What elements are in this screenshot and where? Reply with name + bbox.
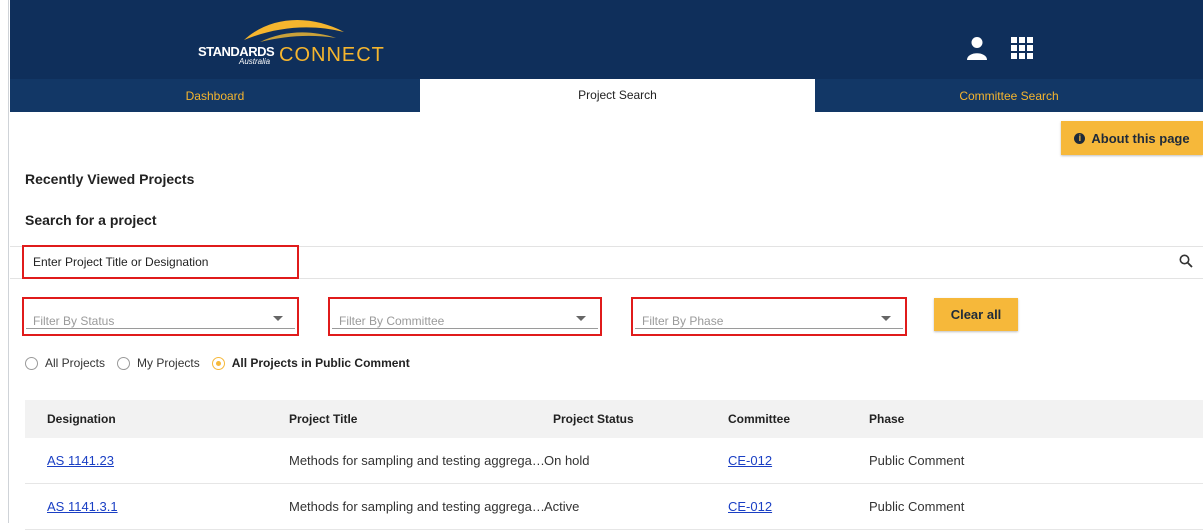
column-header-designation[interactable]: Designation bbox=[47, 400, 116, 438]
logo-australia-text: Australia bbox=[239, 57, 271, 66]
filter-phase-select[interactable]: Filter By Phase bbox=[631, 297, 907, 336]
search-icon[interactable] bbox=[1179, 254, 1193, 268]
filter-committee-label: Filter By Committee bbox=[339, 314, 445, 328]
column-header-phase[interactable]: Phase bbox=[869, 400, 904, 438]
page-left-edge bbox=[0, 0, 9, 523]
tab-dashboard[interactable]: Dashboard bbox=[10, 79, 420, 112]
cell-designation: AS 1141.23 bbox=[47, 438, 114, 483]
column-header-project-status[interactable]: Project Status bbox=[553, 400, 634, 438]
clear-all-button[interactable]: Clear all bbox=[934, 298, 1018, 331]
table-row[interactable]: AS 1141.23 Methods for sampling and test… bbox=[25, 438, 1203, 484]
apps-grid-icon[interactable] bbox=[1011, 37, 1033, 59]
radio-label: My Projects bbox=[137, 356, 200, 370]
chevron-down-icon bbox=[881, 316, 891, 321]
radio-my-projects[interactable]: My Projects bbox=[117, 356, 200, 370]
cell-project-status: On hold bbox=[544, 453, 590, 468]
filter-status-select[interactable]: Filter By Status bbox=[22, 297, 299, 336]
about-button-label: About this page bbox=[1091, 130, 1190, 146]
tab-committee-search[interactable]: Committee Search bbox=[815, 79, 1203, 112]
cell-committee: CE-012 bbox=[728, 484, 772, 529]
search-section-title: Search for a project bbox=[25, 212, 157, 228]
cell-phase: Public Comment bbox=[869, 499, 965, 514]
about-this-page-button[interactable]: i About this page bbox=[1061, 121, 1203, 155]
cell-project-title: Methods for sampling and testing aggrega… bbox=[289, 453, 545, 468]
cell-committee: CE-012 bbox=[728, 438, 772, 483]
radio-circle[interactable] bbox=[211, 356, 225, 370]
user-icon[interactable] bbox=[966, 36, 988, 60]
committee-link[interactable]: CE-012 bbox=[728, 453, 772, 468]
chevron-down-icon bbox=[273, 316, 283, 321]
search-input[interactable]: Enter Project Title or Designation bbox=[22, 245, 299, 279]
app-header: STANDARDS Australia CONNECT bbox=[10, 0, 1203, 79]
column-header-committee[interactable]: Committee bbox=[728, 400, 790, 438]
radio-circle[interactable] bbox=[25, 356, 38, 370]
radio-public-comment[interactable]: All Projects in Public Comment bbox=[211, 356, 410, 370]
designation-link[interactable]: AS 1141.23 bbox=[47, 453, 114, 468]
column-header-project-title[interactable]: Project Title bbox=[289, 400, 357, 438]
filter-committee-select[interactable]: Filter By Committee bbox=[328, 297, 602, 336]
main-tabs: Dashboard Project Search Committee Searc… bbox=[10, 79, 1203, 112]
table-row[interactable]: AS 1141.3.1 Methods for sampling and tes… bbox=[25, 484, 1203, 530]
filter-phase-label: Filter By Phase bbox=[642, 314, 724, 328]
projects-table: Designation Project Title Project Status… bbox=[25, 400, 1203, 530]
radio-circle[interactable] bbox=[117, 356, 131, 370]
committee-link[interactable]: CE-012 bbox=[728, 499, 772, 514]
chevron-down-icon bbox=[576, 316, 586, 321]
tab-project-search[interactable]: Project Search bbox=[420, 79, 815, 112]
recently-viewed-title: Recently Viewed Projects bbox=[25, 171, 195, 187]
table-header: Designation Project Title Project Status… bbox=[25, 400, 1203, 438]
radio-all-projects[interactable]: All Projects bbox=[25, 356, 105, 370]
designation-link[interactable]: AS 1141.3.1 bbox=[47, 499, 118, 514]
cell-project-status: Active bbox=[544, 499, 580, 514]
logo-connect-text: CONNECT bbox=[279, 44, 385, 66]
filter-status-label: Filter By Status bbox=[33, 314, 115, 328]
search-placeholder: Enter Project Title or Designation bbox=[33, 255, 209, 269]
standards-connect-logo[interactable]: STANDARDS Australia CONNECT bbox=[186, 18, 386, 68]
info-icon: i bbox=[1074, 132, 1086, 144]
project-scope-radio-group: All Projects My Projects All Projects in… bbox=[25, 356, 422, 370]
radio-label: All Projects in Public Comment bbox=[231, 356, 410, 370]
filter-underline bbox=[26, 328, 295, 329]
filter-underline bbox=[635, 328, 903, 329]
filter-underline bbox=[332, 328, 598, 329]
radio-label: All Projects bbox=[45, 356, 106, 370]
cell-phase: Public Comment bbox=[869, 453, 965, 468]
cell-designation: AS 1141.3.1 bbox=[47, 484, 118, 529]
cell-project-title: Methods for sampling and testing aggrega… bbox=[289, 499, 545, 514]
